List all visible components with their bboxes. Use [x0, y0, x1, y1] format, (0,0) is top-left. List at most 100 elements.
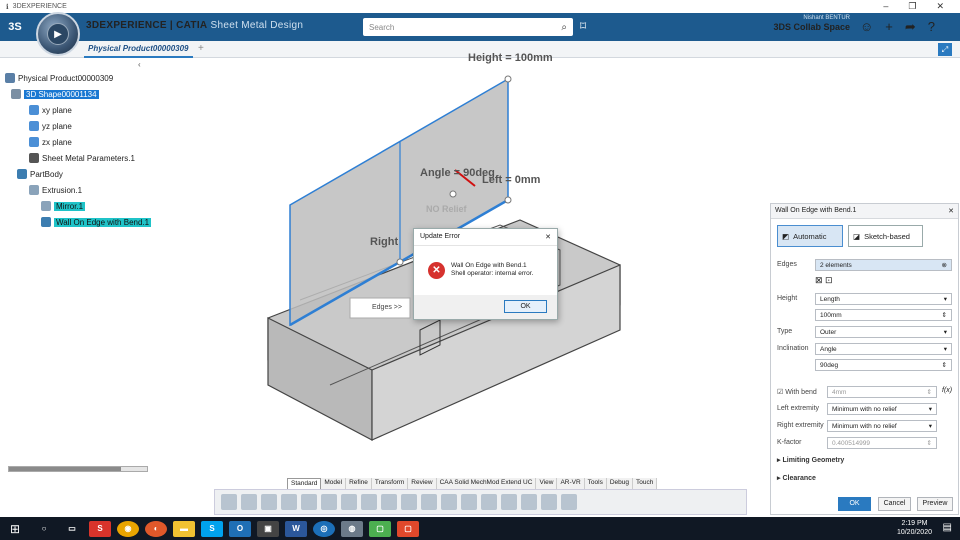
- outlook-icon[interactable]: O: [229, 520, 251, 537]
- share-icon[interactable]: ➦: [905, 19, 916, 35]
- settings-icon[interactable]: [321, 494, 337, 510]
- close-icon[interactable]: ✕: [936, 1, 944, 12]
- height-annotation[interactable]: Height = 100mm: [468, 52, 553, 64]
- tree-item-root[interactable]: Physical Product00000309: [5, 72, 113, 84]
- word-icon[interactable]: W: [285, 520, 307, 537]
- add-icon[interactable]: +: [885, 19, 893, 35]
- tab-transform[interactable]: Transform: [371, 478, 409, 489]
- bend-radius-input[interactable]: 4mm ⇕: [827, 386, 937, 398]
- panel-ok-button[interactable]: OK: [838, 497, 871, 511]
- stamp-tool-icon[interactable]: [521, 494, 537, 510]
- panel-close-icon[interactable]: ✕: [948, 207, 954, 215]
- windows-start-icon[interactable]: ⊞: [0, 522, 30, 536]
- tab-review[interactable]: Review: [408, 478, 437, 489]
- wall-tool-icon[interactable]: [401, 494, 417, 510]
- new-tab-button[interactable]: +: [198, 43, 204, 54]
- cutout-tool-icon[interactable]: [501, 494, 517, 510]
- 3ds-logo-icon[interactable]: 3S: [0, 21, 30, 33]
- height-type-select[interactable]: Length ▾: [815, 293, 952, 305]
- tree-item-mirror[interactable]: Mirror.1: [41, 200, 86, 212]
- tab-tools[interactable]: Tools: [584, 478, 607, 489]
- sketch-based-button[interactable]: ◪ Sketch-based: [848, 225, 923, 247]
- firefox-icon[interactable]: ◐: [145, 520, 167, 537]
- unfold-tool-icon[interactable]: [481, 494, 497, 510]
- left-annotation[interactable]: Left = 0mm: [482, 174, 540, 186]
- tree-collapse-icon[interactable]: ‹: [138, 60, 141, 69]
- chrome-icon[interactable]: ◉: [117, 520, 139, 537]
- tree-item-wall[interactable]: Wall On Edge with Bend.1: [41, 216, 152, 228]
- tag-icon[interactable]: ⌑: [580, 19, 586, 33]
- update-icon[interactable]: [301, 494, 317, 510]
- tab-standard[interactable]: Standard: [287, 478, 322, 489]
- 3dx-icon[interactable]: ◎: [313, 520, 335, 537]
- paste-icon[interactable]: [261, 494, 277, 510]
- copy-icon[interactable]: [241, 494, 257, 510]
- tab-physical-product[interactable]: Physical Product00000309: [84, 41, 193, 58]
- undo-icon[interactable]: [281, 494, 297, 510]
- panel-preview-button[interactable]: Preview: [917, 497, 953, 511]
- notification-icon[interactable]: ▤: [943, 522, 952, 533]
- hem-tool-icon[interactable]: [461, 494, 477, 510]
- tree-item-shape[interactable]: 3D Shape00001134: [11, 88, 99, 100]
- box-tool-icon[interactable]: [561, 494, 577, 510]
- automatic-button[interactable]: ◩ Automatic: [777, 225, 843, 247]
- right-annotation[interactable]: Right: [370, 236, 398, 248]
- with-bend-checkbox[interactable]: ☑ With bend: [777, 388, 817, 396]
- height-value-input[interactable]: 100mm ⇕: [815, 309, 952, 321]
- tab-ar-vr[interactable]: AR-VR: [557, 478, 585, 489]
- restore-icon[interactable]: ❐: [908, 1, 916, 12]
- skype-icon[interactable]: S: [201, 520, 223, 537]
- inclination-type-select[interactable]: Angle ▾: [815, 343, 952, 355]
- tab-model[interactable]: Model: [321, 478, 347, 489]
- edges-field[interactable]: 2 elements ⊗: [815, 259, 952, 271]
- search-taskbar-icon[interactable]: ○: [33, 521, 55, 537]
- explorer-icon[interactable]: ▬: [173, 520, 195, 537]
- minimize-icon[interactable]: –: [883, 1, 888, 12]
- tree-item-partbody[interactable]: PartBody: [17, 168, 63, 180]
- sketch-tool-icon[interactable]: [361, 494, 377, 510]
- bend-tool-icon[interactable]: [421, 494, 437, 510]
- tree-scrollbar[interactable]: [8, 466, 148, 472]
- search-input[interactable]: Search ⌕: [363, 18, 573, 36]
- inclination-value-input[interactable]: 90deg ⇕: [815, 359, 952, 371]
- edge-select-icons[interactable]: ⊠ ⊡: [815, 275, 833, 286]
- tree-item-yz[interactable]: yz plane: [29, 120, 72, 132]
- tree-item-sheet-params[interactable]: Sheet Metal Parameters.1: [29, 152, 135, 164]
- tree-item-zx[interactable]: zx plane: [29, 136, 72, 148]
- clearance-section[interactable]: ▸ Clearance: [777, 474, 816, 482]
- tab-caa[interactable]: CAA Solid MechMod Extend UC: [436, 478, 537, 489]
- help-icon[interactable]: ?: [928, 19, 935, 35]
- tab-touch[interactable]: Touch: [633, 478, 658, 489]
- tree-item-extrusion[interactable]: Extrusion.1: [29, 184, 82, 196]
- left-extremity-select[interactable]: Minimum with no relief ▾: [827, 403, 937, 415]
- profile-icon[interactable]: ☺: [860, 19, 873, 35]
- tab-debug[interactable]: Debug: [606, 478, 634, 489]
- clock[interactable]: 2:19 PM 10/20/2020: [897, 519, 932, 537]
- tab-view[interactable]: View: [536, 478, 558, 489]
- tab-refine[interactable]: Refine: [346, 478, 372, 489]
- flange-tool-icon[interactable]: [441, 494, 457, 510]
- app-red-icon[interactable]: ▢: [397, 520, 419, 537]
- dialog-close-icon[interactable]: ✕: [545, 233, 551, 241]
- type-select[interactable]: Outer ▾: [815, 326, 952, 338]
- tree-item-xy[interactable]: xy plane: [29, 104, 72, 116]
- task-view-icon[interactable]: ▭: [61, 521, 83, 537]
- kfactor-input[interactable]: 0.400514999 ⇕: [827, 437, 937, 449]
- dialog-ok-button[interactable]: OK: [504, 300, 547, 313]
- app-dark-icon[interactable]: ▣: [257, 520, 279, 537]
- limiting-geometry-section[interactable]: ▸ Limiting Geometry: [777, 456, 844, 464]
- collab-space[interactable]: 3DS Collab Space: [770, 22, 850, 32]
- pattern-tool-icon[interactable]: [541, 494, 557, 510]
- panel-cancel-button[interactable]: Cancel: [878, 497, 911, 511]
- edges-label[interactable]: Edges >>: [372, 304, 402, 311]
- cut-icon[interactable]: [221, 494, 237, 510]
- catia-icon[interactable]: ◍: [341, 520, 363, 537]
- app-s-icon[interactable]: S: [89, 520, 111, 537]
- user-info[interactable]: Nishant BENTUR 3DS Collab Space: [770, 15, 850, 32]
- formula-icon[interactable]: f(x): [942, 387, 955, 399]
- right-extremity-select[interactable]: Minimum with no relief ▾: [827, 420, 937, 432]
- table-icon[interactable]: [341, 494, 357, 510]
- search-icon[interactable]: ⌕: [561, 22, 567, 33]
- maximize-icon[interactable]: ⤢: [938, 43, 952, 56]
- tool-icon[interactable]: [381, 494, 397, 510]
